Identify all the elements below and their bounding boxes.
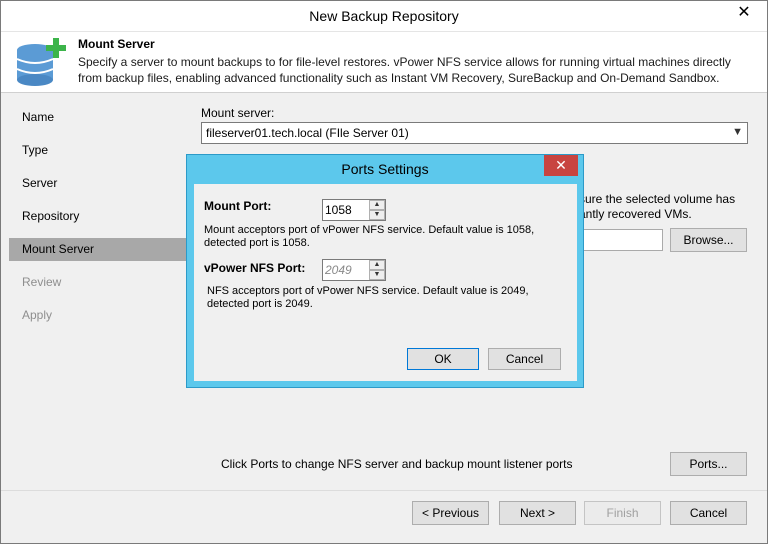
previous-button[interactable]: < Previous: [412, 501, 489, 525]
spin-down-icon: ▼: [369, 270, 385, 280]
mount-server-value: fileserver01.tech.local (FIle Server 01): [206, 126, 409, 140]
step-type[interactable]: Type: [9, 139, 188, 162]
wizard-steps: Name Type Server Repository Mount Server…: [9, 101, 188, 331]
step-apply: Apply: [22, 308, 53, 322]
step-review: Review: [22, 275, 62, 289]
step-mount-server[interactable]: Mount Server: [9, 238, 188, 261]
step-name[interactable]: Name: [9, 106, 188, 129]
database-add-icon: [16, 38, 66, 86]
step-repository[interactable]: Repository: [9, 205, 188, 228]
footer-divider: [1, 490, 767, 491]
dialog-body: Mount Port: 1058 ▲ ▼ Mount acceptors por…: [194, 184, 577, 381]
dialog-ok-button[interactable]: OK: [407, 348, 479, 370]
chevron-down-icon: ▼: [732, 126, 743, 138]
folder-path-input[interactable]: [581, 229, 663, 251]
title-bar: New Backup Repository ✕: [1, 1, 767, 31]
ports-hint: Click Ports to change NFS server and bac…: [221, 457, 573, 471]
volume-hint-text: sure the selected volume has: [579, 192, 736, 206]
next-button[interactable]: Next >: [499, 501, 576, 525]
wizard-header: Mount Server Specify a server to mount b…: [1, 31, 767, 93]
step-server[interactable]: Server: [9, 172, 188, 195]
window-close-button[interactable]: ✕: [728, 2, 760, 24]
window-title: New Backup Repository: [309, 8, 459, 24]
dialog-title: Ports Settings: [341, 161, 429, 177]
nfs-port-stepper: 2049 ▲ ▼: [322, 259, 386, 281]
header-title: Mount Server: [78, 37, 155, 51]
cancel-button[interactable]: Cancel: [670, 501, 747, 525]
header-description: Specify a server to mount backups to for…: [78, 55, 731, 85]
dialog-close-button[interactable]: ✕: [544, 155, 578, 176]
volume-hint-text-2: antly recovered VMs.: [579, 207, 692, 221]
mount-port-label: Mount Port:: [204, 199, 272, 213]
spin-up-icon[interactable]: ▲: [369, 200, 385, 210]
dialog-cancel-button[interactable]: Cancel: [488, 348, 561, 370]
mount-server-label: Mount server:: [201, 106, 275, 120]
spin-up-icon: ▲: [369, 260, 385, 270]
mount-port-value[interactable]: 1058: [325, 203, 352, 217]
mount-port-description: Mount acceptors port of vPower NFS servi…: [204, 224, 535, 249]
nfs-port-value: 2049: [325, 263, 352, 277]
nfs-port-label: vPower NFS Port:: [204, 261, 306, 275]
finish-button: Finish: [584, 501, 661, 525]
nfs-port-description: NFS acceptors port of vPower NFS service…: [207, 285, 529, 310]
spin-down-icon[interactable]: ▼: [369, 210, 385, 220]
ports-settings-dialog: Ports Settings ✕ Mount Port: 1058 ▲ ▼ Mo…: [186, 154, 584, 388]
browse-button[interactable]: Browse...: [670, 228, 747, 252]
ports-button[interactable]: Ports...: [670, 452, 747, 476]
mount-server-dropdown[interactable]: fileserver01.tech.local (FIle Server 01)…: [201, 122, 748, 144]
mount-port-stepper[interactable]: 1058 ▲ ▼: [322, 199, 386, 221]
